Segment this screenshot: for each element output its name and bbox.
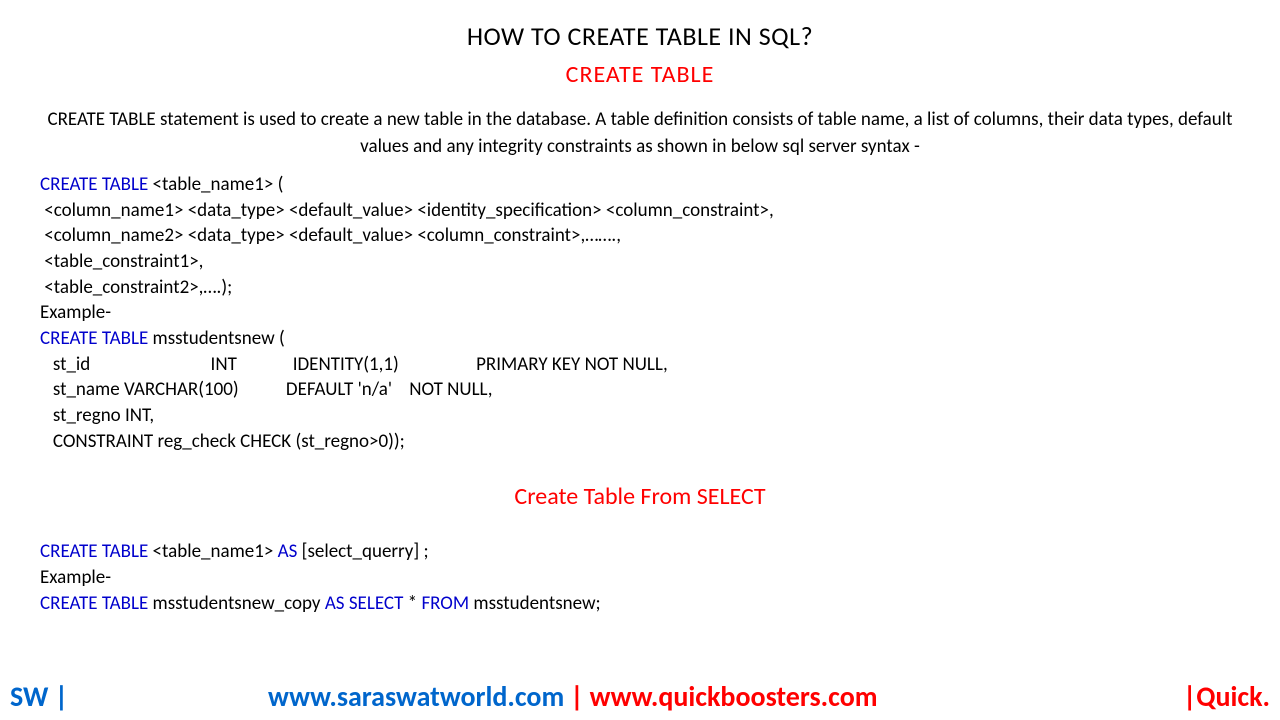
keyword: AS (278, 540, 302, 563)
footer-separator: | (570, 679, 583, 714)
code-text: <table_name1> (153, 540, 278, 563)
code-text: <table_constraint2>,….); (40, 276, 232, 299)
keyword: CREATE TABLE (40, 540, 153, 563)
code-text: st_id INT IDENTITY(1,1) PRIMARY KEY NOT … (40, 353, 668, 376)
footer-url-saraswatworld: www.saraswatworld.com (268, 679, 564, 714)
footer: SW | www.saraswatworld.com | www.quickbo… (0, 679, 1280, 714)
syntax2-block: CREATE TABLE <table_name1> AS [select_qu… (40, 539, 1240, 616)
code-text: CONSTRAINT reg_check CHECK (st_regno>0))… (40, 430, 405, 453)
code-text: <column_name1> <data_type> <default_valu… (40, 199, 774, 222)
footer-brand-quick: |Quick. (1183, 679, 1270, 714)
code-text: msstudentsnew_copy (153, 592, 325, 615)
code-text: * (408, 592, 422, 615)
syntax-block: CREATE TABLE <table_name1> ( <column_nam… (40, 172, 1240, 454)
code-text: <table_name1> ( (153, 173, 284, 196)
keyword: AS SELECT (325, 592, 408, 615)
page-title: HOW TO CREATE TABLE IN SQL? (40, 20, 1240, 52)
code-text: msstudentsnew; (473, 592, 600, 615)
code-text: [select_querry] ; (302, 540, 429, 563)
description-text: CREATE TABLE statement is used to create… (40, 107, 1240, 160)
code-text: st_regno INT, (40, 404, 154, 427)
keyword: CREATE TABLE (40, 173, 153, 196)
footer-url-quickboosters: www.quickboosters.com (590, 679, 878, 714)
footer-brand-sw: SW | (10, 679, 68, 714)
code-text: <column_name2> <data_type> <default_valu… (40, 224, 621, 247)
section-heading-create-from-select: Create Table From SELECT (40, 482, 1240, 511)
example-label: Example- (40, 566, 111, 589)
code-text: <table_constraint1>, (40, 250, 203, 273)
section-heading-create-table: CREATE TABLE (40, 60, 1240, 89)
keyword: CREATE TABLE (40, 327, 153, 350)
example-label: Example- (40, 301, 111, 324)
code-text: msstudentsnew ( (153, 327, 285, 350)
keyword: CREATE TABLE (40, 592, 153, 615)
code-text: st_name VARCHAR(100) DEFAULT 'n/a' NOT N… (40, 378, 492, 401)
keyword: FROM (421, 592, 473, 615)
